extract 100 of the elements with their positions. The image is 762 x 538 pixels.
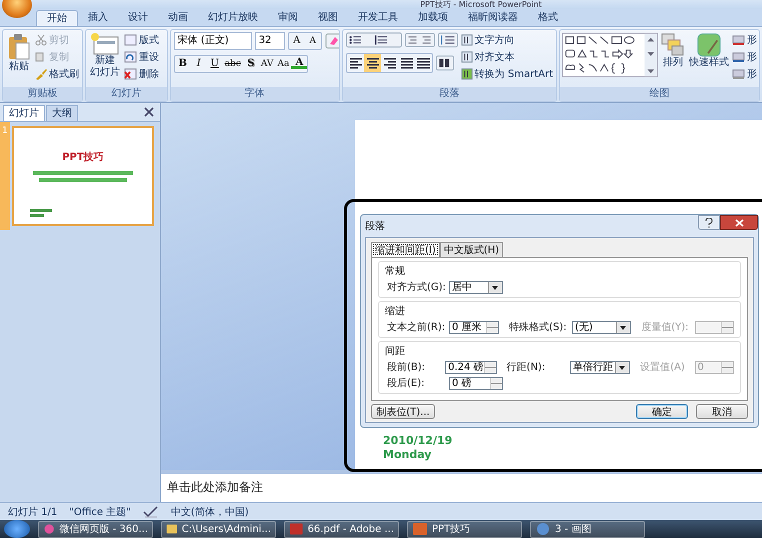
special-dropdown[interactable]: (无) xyxy=(572,320,632,334)
slide-text: Monday xyxy=(383,448,432,462)
spacing-before-spinner[interactable]: 0.24 磅 xyxy=(445,360,497,374)
ribbon-tab[interactable]: 视图 xyxy=(308,10,348,26)
taskbar-button[interactable]: 微信网页版 - 360... xyxy=(38,520,153,538)
help-button[interactable] xyxy=(698,215,720,230)
dropdown-button[interactable] xyxy=(488,282,502,292)
close-icon[interactable] xyxy=(144,106,154,117)
line-spacing-dropdown[interactable]: 单倍行距 xyxy=(570,360,630,374)
scissors-icon xyxy=(35,34,47,46)
font-format-button[interactable]: B xyxy=(174,56,191,72)
ribbon-tab[interactable]: 福昕阅读器 xyxy=(458,10,528,26)
font-format-button[interactable]: S xyxy=(242,56,259,72)
paragraph-command-button[interactable]: 转换为 SmartArt xyxy=(460,66,553,82)
clipboard-button[interactable]: 格式刷 xyxy=(35,66,79,82)
spacing-after-spinner[interactable]: 0 磅 xyxy=(449,376,503,390)
group-label: 幻灯片 xyxy=(86,86,167,101)
shape-format-button[interactable]: 形 xyxy=(732,32,757,48)
line-spacing-icon[interactable] xyxy=(438,32,458,48)
field-label: 行距(N): xyxy=(506,361,546,374)
ribbon-tab[interactable]: 幻灯片放映 xyxy=(198,10,268,26)
font-format-button[interactable]: A xyxy=(291,56,308,69)
taskbar-button[interactable]: 3 - 画图 xyxy=(530,520,645,538)
ribbon-tab[interactable]: 开发工具 xyxy=(348,10,408,26)
spin-buttons[interactable] xyxy=(484,362,496,372)
spin-buttons[interactable] xyxy=(490,378,502,388)
slide-thumbnail[interactable]: PPT技巧 xyxy=(12,126,154,226)
spellcheck-icon[interactable] xyxy=(142,506,159,518)
close-button[interactable] xyxy=(720,215,758,230)
dialog-tab[interactable]: 缩进和间距(I) xyxy=(371,242,440,257)
columns-icon[interactable] xyxy=(436,54,454,72)
new-slide-icon xyxy=(91,32,119,55)
command-icon xyxy=(460,68,473,80)
ribbon-tab[interactable]: 加载项 xyxy=(408,10,458,26)
ribbon-tab[interactable]: 审阅 xyxy=(268,10,308,26)
eraser-icon[interactable] xyxy=(324,32,339,49)
indent-spinner[interactable]: 0 厘米 xyxy=(449,320,500,334)
font-size-button[interactable]: A xyxy=(288,32,305,49)
tabs-button[interactable]: 制表位(T)... xyxy=(371,404,435,419)
align-icon xyxy=(348,56,362,69)
pdf-icon xyxy=(289,522,304,536)
shape-format-icon xyxy=(732,34,745,46)
folder-icon xyxy=(166,522,178,536)
pane-tab[interactable]: 幻灯片 xyxy=(3,104,45,121)
spin-buttons[interactable] xyxy=(720,362,733,372)
pane-tab[interactable]: 大纲 xyxy=(46,104,78,121)
taskbar-button[interactable]: PPT技巧 xyxy=(407,520,522,538)
field-label: 文本之前(R): xyxy=(387,320,445,334)
spin-buttons[interactable] xyxy=(486,322,498,332)
field-label: 设置值(A) xyxy=(640,360,686,374)
theme-name: "Office 主题" xyxy=(69,506,131,519)
dropdown-button[interactable] xyxy=(616,322,630,332)
ribbon-tab[interactable]: 设计 xyxy=(118,10,158,26)
ribbon-tab[interactable]: 动画 xyxy=(158,10,198,26)
command-icon xyxy=(460,50,473,63)
cancel-button[interactable]: 取消 xyxy=(696,404,748,419)
font-format-button[interactable]: AV xyxy=(258,56,276,72)
font-format-button[interactable]: U xyxy=(206,56,223,72)
shapes-gallery[interactable] xyxy=(562,32,658,78)
alignment-dropdown[interactable]: 居中 xyxy=(449,280,503,294)
notes-field[interactable]: 单击此处添加备注 xyxy=(161,470,762,502)
align-button[interactable] xyxy=(364,54,381,72)
quick-styles-button[interactable]: 快速样式 xyxy=(688,32,730,70)
slide-command-button[interactable]: 删除 xyxy=(124,66,159,82)
ribbon-tab[interactable]: 开始 xyxy=(36,10,78,26)
paragraph-command-button[interactable]: 文字方向 xyxy=(460,32,553,48)
indent-buttons-icon[interactable] xyxy=(404,32,435,48)
paste-button[interactable]: 粘贴 xyxy=(6,32,32,74)
dropdown-button[interactable] xyxy=(615,362,630,372)
font-format-button[interactable]: Aa xyxy=(275,56,292,72)
ok-button[interactable]: 确定 xyxy=(636,404,688,419)
stacked-shapes-icon xyxy=(661,32,685,57)
start-button[interactable] xyxy=(4,520,30,538)
list-buttons-icon[interactable] xyxy=(346,32,402,48)
ribbon-tab[interactable]: 插入 xyxy=(78,10,118,26)
slide-command-button[interactable]: 版式 xyxy=(124,32,159,48)
group-label: 字体 xyxy=(170,86,339,101)
measure-spinner[interactable] xyxy=(695,320,734,334)
paragraph-command-button[interactable]: 对齐文本 xyxy=(460,48,553,65)
arrange-button[interactable]: 排列 xyxy=(660,32,686,70)
font-name-field[interactable]: 宋体 (正文) xyxy=(174,32,252,50)
font-format-button[interactable]: I xyxy=(190,56,207,72)
slide-counter: 幻灯片 1/1 xyxy=(8,506,58,519)
font-size-field[interactable]: 32 xyxy=(254,32,285,50)
font-format-button[interactable]: abc xyxy=(222,56,243,72)
taskbar-button[interactable]: 66.pdf - Adobe ... xyxy=(284,520,399,538)
font-size-button[interactable]: A xyxy=(304,32,321,49)
shape-format-button[interactable]: 形 xyxy=(732,48,757,65)
align-icon xyxy=(399,56,414,69)
taskbar-button[interactable]: C:\Users\Admini... xyxy=(161,520,276,538)
group-label: 绘图 xyxy=(560,86,759,101)
new-slide-button[interactable]: 新建 幻灯片 xyxy=(89,32,121,80)
slide-command-button[interactable]: 重设 xyxy=(124,48,159,65)
clipboard-icon xyxy=(7,32,31,61)
shape-format-button[interactable]: 形 xyxy=(732,66,757,82)
field-label: 段前(B): xyxy=(387,361,426,374)
dialog-tab[interactable]: 中文版式(H) xyxy=(440,242,504,257)
slide-text: 2010/12/19 xyxy=(383,434,454,448)
ribbon-tab[interactable]: 格式 xyxy=(528,10,568,26)
question-icon xyxy=(705,218,713,228)
